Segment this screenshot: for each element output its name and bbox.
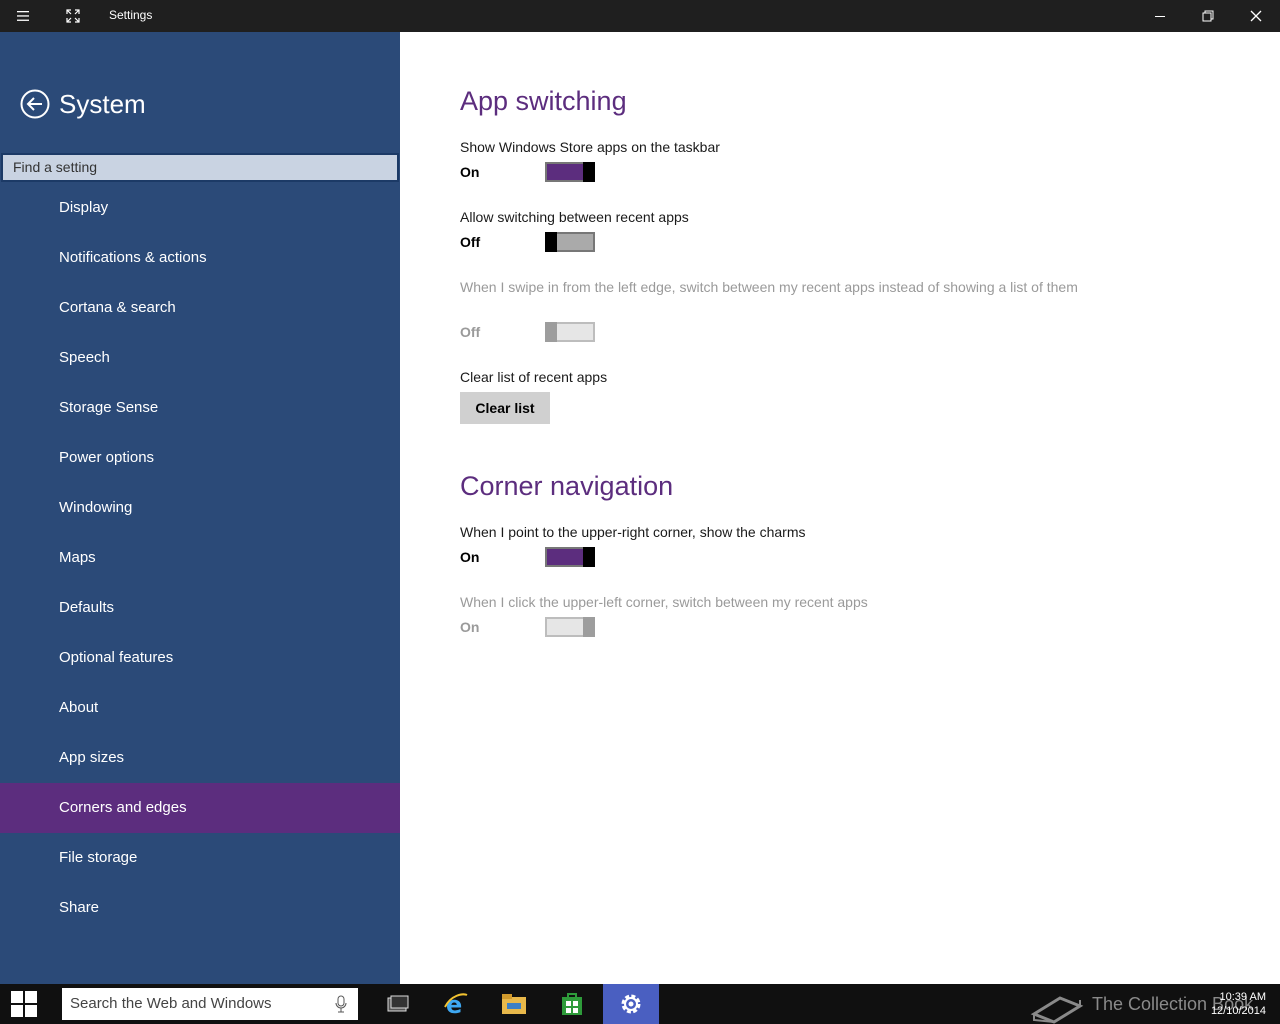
- section-title-app-switching: App switching: [460, 86, 627, 116]
- toggle-knob: [583, 547, 595, 567]
- show-store-apps-toggle[interactable]: [545, 162, 595, 182]
- file-explorer-icon[interactable]: [486, 984, 542, 1024]
- hamburger-icon[interactable]: [0, 0, 46, 32]
- sidebar-item-optional-features[interactable]: Optional features: [0, 633, 400, 683]
- toggle-row-swipe-left-edge: Off: [460, 321, 595, 343]
- sidebar-item-about[interactable]: About: [0, 683, 400, 733]
- sidebar-item-notifications[interactable]: Notifications & actions: [0, 233, 400, 283]
- main-content: App switching Show Windows Store apps on…: [400, 32, 1280, 984]
- sidebar-item-app-sizes[interactable]: App sizes: [0, 733, 400, 783]
- sidebar-item-maps[interactable]: Maps: [0, 533, 400, 583]
- toggle-state-label: On: [460, 619, 480, 635]
- expand-icon[interactable]: [50, 0, 96, 32]
- sidebar-item-speech[interactable]: Speech: [0, 333, 400, 383]
- book-icon: [1030, 996, 1084, 1024]
- back-arrow-icon[interactable]: [20, 89, 50, 119]
- clock-date: 12/10/2014: [1210, 1005, 1266, 1017]
- sidebar-item-display[interactable]: Display: [0, 183, 400, 233]
- toggle-knob: [583, 162, 595, 182]
- section-title-corner-navigation: Corner navigation: [460, 471, 674, 501]
- sidebar-item-cortana[interactable]: Cortana & search: [0, 283, 400, 333]
- search-input[interactable]: Find a setting: [1, 153, 399, 182]
- microphone-icon[interactable]: [334, 995, 348, 1013]
- restore-icon[interactable]: [1185, 0, 1231, 32]
- toggle-state-label: On: [460, 164, 480, 180]
- clear-list-button[interactable]: Clear list: [460, 392, 550, 424]
- windows-logo-icon[interactable]: [0, 984, 48, 1024]
- taskbar-search-placeholder: Search the Web and Windows: [70, 995, 272, 1012]
- clock-time: 10:39 AM: [1219, 991, 1266, 1003]
- toggle-state-label: Off: [460, 234, 481, 250]
- taskbar-search-input[interactable]: Search the Web and Windows: [62, 988, 358, 1020]
- toggle-knob: [583, 617, 595, 637]
- sidebar-item-file-storage[interactable]: File storage: [0, 833, 400, 883]
- upper-left-switch-toggle: [545, 617, 595, 637]
- allow-switching-toggle[interactable]: [545, 232, 595, 252]
- setting-label-show-store-apps: Show Windows Store apps on the taskbar: [460, 139, 720, 155]
- sidebar-item-windowing[interactable]: Windowing: [0, 483, 400, 533]
- setting-label-clear-list: Clear list of recent apps: [460, 369, 608, 385]
- sidebar-item-power-options[interactable]: Power options: [0, 433, 400, 483]
- sidebar-item-share[interactable]: Share: [0, 883, 400, 933]
- setting-label-upper-right: When I point to the upper-right corner, …: [460, 524, 806, 540]
- upper-right-charms-toggle[interactable]: [545, 547, 595, 567]
- sidebar-item-storage-sense[interactable]: Storage Sense: [0, 383, 400, 433]
- toggle-knob: [545, 322, 557, 342]
- store-icon[interactable]: [544, 984, 600, 1024]
- system-clock[interactable]: 10:39 AM 12/10/2014: [1211, 990, 1266, 1018]
- sidebar-item-corners-and-edges[interactable]: Corners and edges: [0, 783, 400, 833]
- window-title: Settings: [109, 8, 153, 22]
- sidebar-nav: Display Notifications & actions Cortana …: [0, 183, 400, 933]
- toggle-row-upper-left: On: [460, 616, 595, 638]
- setting-label-allow-switching: Allow switching between recent apps: [460, 209, 689, 225]
- page-title: System: [59, 88, 146, 119]
- toggle-state-label: On: [460, 549, 480, 565]
- swipe-left-edge-toggle: [545, 322, 595, 342]
- toggle-knob: [545, 232, 557, 252]
- internet-explorer-icon[interactable]: e: [428, 984, 484, 1024]
- setting-label-swipe-left-edge: When I swipe in from the left edge, swit…: [460, 279, 1078, 295]
- minimize-icon[interactable]: [1137, 0, 1183, 32]
- toggle-row-show-store-apps: On: [460, 161, 595, 183]
- sidebar: System Find a setting Display Notificati…: [0, 32, 400, 984]
- sidebar-header: System: [20, 86, 146, 122]
- sidebar-item-defaults[interactable]: Defaults: [0, 583, 400, 633]
- title-bar: Settings: [0, 0, 1280, 32]
- toggle-row-upper-right: On: [460, 546, 595, 568]
- toggle-row-allow-switching: Off: [460, 231, 595, 253]
- setting-label-upper-left: When I click the upper-left corner, swit…: [460, 594, 868, 610]
- task-view-icon[interactable]: [370, 984, 426, 1024]
- taskbar: Search the Web and Windows e The Collect…: [0, 984, 1280, 1024]
- settings-gear-icon[interactable]: [603, 984, 659, 1024]
- toggle-state-label: Off: [460, 324, 481, 340]
- close-icon[interactable]: [1233, 0, 1279, 32]
